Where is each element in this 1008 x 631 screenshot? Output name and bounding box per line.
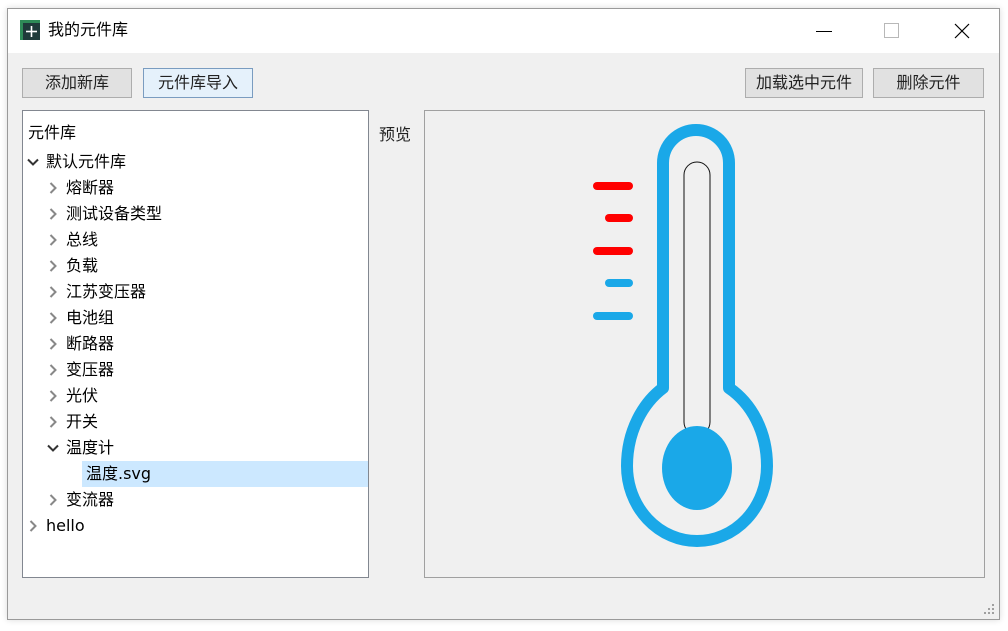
preview-panel (424, 110, 985, 578)
tree-item[interactable]: 江苏变压器 (23, 279, 368, 305)
tree-item[interactable]: 电池组 (23, 305, 368, 331)
app-window: 我的元件库 添加新库 元件库导入 加载选中元件 删除元件 元件库 默认元件库 熔… (7, 8, 1000, 620)
chevron-right-icon[interactable] (47, 286, 59, 298)
close-button[interactable] (939, 9, 985, 53)
preview-label: 预览 (379, 125, 412, 144)
chevron-right-icon[interactable] (47, 260, 59, 272)
tree-item-label: 开关 (66, 412, 99, 431)
load-selected-button[interactable]: 加载选中元件 (745, 68, 863, 98)
tree-header: 元件库 (28, 123, 77, 142)
minimize-icon (816, 31, 832, 32)
chevron-right-icon[interactable] (47, 234, 59, 246)
chevron-right-icon[interactable] (47, 494, 59, 506)
tree-item[interactable]: 负载 (23, 253, 368, 279)
tree-item-hello[interactable]: hello (23, 513, 368, 539)
chevron-right-icon[interactable] (47, 390, 59, 402)
tree-item-label: 默认元件库 (46, 152, 127, 171)
title-bar[interactable]: 我的元件库 (8, 9, 999, 53)
delete-component-button[interactable]: 删除元件 (873, 68, 984, 98)
tree-item-default-library[interactable]: 默认元件库 (23, 149, 368, 175)
maximize-icon (884, 23, 899, 38)
tree-item[interactable]: 断路器 (23, 331, 368, 357)
tree-item[interactable]: 测试设备类型 (23, 201, 368, 227)
tree-item-label: hello (46, 516, 85, 535)
tree-item[interactable]: 光伏 (23, 383, 368, 409)
tree-item[interactable]: 变压器 (23, 357, 368, 383)
tree-item-label: 温度.svg (86, 464, 152, 483)
app-plus-icon (20, 20, 40, 40)
chevron-right-icon[interactable] (47, 338, 59, 350)
tree-item-label: 测试设备类型 (66, 204, 163, 223)
chevron-right-icon[interactable] (27, 520, 39, 532)
tree-item-label: 负载 (66, 256, 99, 275)
tree-item[interactable]: 变流器 (23, 487, 368, 513)
chevron-down-icon[interactable] (47, 442, 59, 454)
tree-item[interactable]: 熔断器 (23, 175, 368, 201)
tree-item-label: 断路器 (66, 334, 115, 353)
tree-item-label: 温度计 (66, 438, 115, 457)
tree-item-label: 总线 (66, 230, 99, 249)
component-library-tree[interactable]: 元件库 默认元件库 熔断器 测试设备类型 总线 负载 江苏变压器 电池组 断路器… (22, 110, 369, 578)
tree-item-label: 江苏变压器 (66, 282, 147, 301)
chevron-right-icon[interactable] (47, 364, 59, 376)
tree-item[interactable]: 开关 (23, 409, 368, 435)
tree-item-label: 光伏 (66, 386, 99, 405)
tree-item-label: 熔断器 (66, 178, 115, 197)
tree-item[interactable]: 总线 (23, 227, 368, 253)
import-library-button[interactable]: 元件库导入 (143, 68, 253, 98)
chevron-right-icon[interactable] (47, 416, 59, 428)
chevron-right-icon[interactable] (47, 182, 59, 194)
chevron-right-icon[interactable] (47, 312, 59, 324)
close-icon (954, 23, 970, 39)
minimize-button[interactable] (801, 9, 847, 53)
chevron-down-icon[interactable] (27, 156, 39, 168)
chevron-right-icon[interactable] (47, 208, 59, 220)
maximize-button[interactable] (869, 9, 915, 53)
tree-item-label: 变流器 (66, 490, 115, 509)
window-title: 我的元件库 (48, 20, 129, 39)
tree-item-label: 电池组 (66, 308, 115, 327)
add-library-button[interactable]: 添加新库 (22, 68, 132, 98)
tree-item-temperature-svg[interactable]: 温度.svg (23, 461, 368, 487)
tree-item-thermometer[interactable]: 温度计 (23, 435, 368, 461)
resize-grip-icon[interactable] (983, 603, 995, 615)
tree-item-label: 变压器 (66, 360, 115, 379)
thermometer-icon (593, 124, 773, 547)
